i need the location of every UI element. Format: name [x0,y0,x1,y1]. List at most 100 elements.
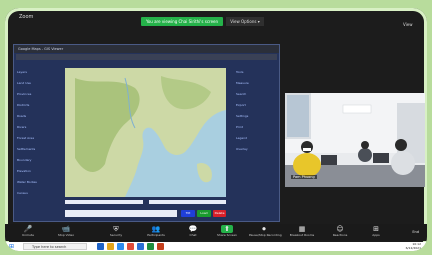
screen-frame: Zoom You are viewing Chai Sirithi's scre… [5,8,427,251]
toolbar-unmute-button[interactable]: 🎤 Unmute [13,225,43,238]
video-scene [285,93,425,187]
right-panel-item-legend[interactable]: Legend [236,133,276,144]
participant-name: Pam Phuong [291,175,317,179]
reactions-icon: ☺ [336,225,344,233]
toolbar-security-button[interactable]: ⛨ Security [101,225,131,238]
toolbar-label: Unmute [22,233,34,237]
map-terrain [65,68,226,197]
window-outside [287,95,309,137]
person-back-body [358,148,372,162]
toolbar-breakout-rooms-button[interactable]: ▦ Breakout Rooms [287,225,317,238]
person-left-mask [303,148,311,151]
person-right-head [395,139,407,151]
right-panel: Tools Measure Search Export Settings Print Leg… [236,67,276,155]
toolbar-stop-video-button[interactable]: 📹 Stop Video [51,225,81,238]
person-back-head [361,141,369,149]
mail-icon[interactable] [117,243,124,250]
shared-app-window: Google Maps - GIS Viewer Layers Land Use P… [13,44,280,249]
left-panel-item-rivers[interactable]: Rivers [17,122,59,133]
left-panel-item-boundary[interactable]: Boundary [17,155,59,166]
toolbar-label: Participants [147,233,165,237]
left-panel: Layers Land Use Provinces Districts Roads Riv… [17,67,59,199]
app-titlebar: Google Maps - GIS Viewer [14,45,279,53]
right-panel-item-measure[interactable]: Measure [236,78,276,89]
toolbar-label: Pause/Stop Recording [249,233,282,237]
windows-taskbar: ⊞ Type here to search 10:12 6/12/2021 [5,242,427,251]
toolbar-chat-button[interactable]: 💬 Chat [178,225,208,238]
taskbar-search[interactable]: Type here to search [23,243,87,250]
right-panel-item-search[interactable]: Search [236,89,276,100]
left-panel-item-layers[interactable]: Layers [17,67,59,78]
tilt-button[interactable]: Tilt [181,210,195,217]
edge-icon[interactable] [97,243,104,250]
toolbar-label: Breakout Rooms [289,233,315,237]
left-panel-item-roads[interactable]: Roads [17,111,59,122]
left-panel-item-elevation[interactable]: Elevation [17,166,59,177]
left-panel-item-census[interactable]: Census [17,188,59,199]
right-panel-item-tools[interactable]: Tools [236,67,276,78]
breakout-rooms-icon: ▦ [298,225,306,233]
air-conditioner [342,104,372,114]
laptop-left [321,155,337,165]
excel-icon[interactable] [147,243,154,250]
toolbar-label: Security [109,233,123,237]
apps-icon: ⊞ [373,225,379,233]
left-panel-item-provinces[interactable]: Provinces [17,89,59,100]
toolbar-reactions-button[interactable]: ☺ Reactions [325,225,355,238]
right-panel-item-overlay[interactable]: Overlay [236,144,276,155]
person-left-body [293,153,321,177]
zoom-taskbar-icon[interactable] [137,243,144,250]
windows-start-icon[interactable]: ⊞ [9,243,16,250]
left-panel-item-districts[interactable]: Districts [17,100,59,111]
map-view[interactable] [65,68,226,197]
left-panel-item-water-bodies[interactable]: Water Bodies [17,177,59,188]
participants-icon: 👥 [151,225,161,233]
toolbar-label: Reactions [332,233,348,237]
taskbar-clock: 10:12 6/12/2021 [405,242,421,250]
laptop-right [373,153,389,163]
toolbar-label: Share Screen [217,233,237,237]
landmass-island [197,162,212,183]
video-camera-icon: 📹 [61,225,71,233]
search-field[interactable] [149,200,226,204]
app-url-bar[interactable] [16,54,277,60]
load-button[interactable]: Load [197,210,211,217]
person-right-body [391,151,415,175]
participant-video[interactable]: Pam Phuong [285,93,425,187]
delete-button[interactable]: Delete [213,210,226,217]
right-panel-item-settings[interactable]: Settings [236,111,276,122]
left-panel-item-forest-area[interactable]: Forest Area [17,133,59,144]
powerpoint-icon[interactable] [157,243,164,250]
left-panel-item-settlements[interactable]: Settlements [17,144,59,155]
share-screen-icon: ⬆ [221,225,233,233]
toolbar-share-screen-button[interactable]: ⬆ Share Screen [212,225,242,238]
meeting-toolbar: 🎤 Unmute 📹 Stop Video ⛨ Security 👥 Participants… [5,224,427,241]
toolbar-label: Chat [189,233,197,237]
status-field[interactable] [65,210,177,217]
shield-icon: ⛨ [113,225,119,233]
microphone-icon: 🎤 [23,225,33,233]
chat-icon: 💬 [188,225,198,233]
toolbar-participants-button[interactable]: 👥 Participants [141,225,171,238]
map-controls: Tilt Load Delete [65,200,226,220]
end-meeting-button[interactable]: End [412,230,419,234]
toolbar-pause-stop-recording-button[interactable]: ⏺ Pause/Stop Recording [249,225,282,238]
zoom-top-bar: Zoom You are viewing Chai Sirithi's scre… [5,8,427,28]
toolbar-apps-button[interactable]: ⊞ Apps [361,225,391,238]
record-icon: ⏺ [262,225,266,233]
zoom-app-title: Zoom [19,14,34,20]
share-banner: You are viewing Chai Sirithi's screen [141,17,223,26]
clock-date: 6/12/2021 [405,245,421,250]
view-button[interactable]: View [403,22,417,28]
right-panel-item-print[interactable]: Print [236,122,276,133]
coordinate-field[interactable] [65,200,143,204]
view-options-button[interactable]: View Options ▾ [226,17,264,26]
chrome-icon[interactable] [127,243,134,250]
left-panel-item-land-use[interactable]: Land Use [17,78,59,89]
right-panel-item-export[interactable]: Export [236,100,276,111]
toolbar-label: Apps [372,233,380,237]
taskbar-search-placeholder: Type here to search [32,245,67,249]
person-left-head [301,141,313,153]
toolbar-label: Stop Video [57,233,75,237]
file-explorer-icon[interactable] [107,243,114,250]
